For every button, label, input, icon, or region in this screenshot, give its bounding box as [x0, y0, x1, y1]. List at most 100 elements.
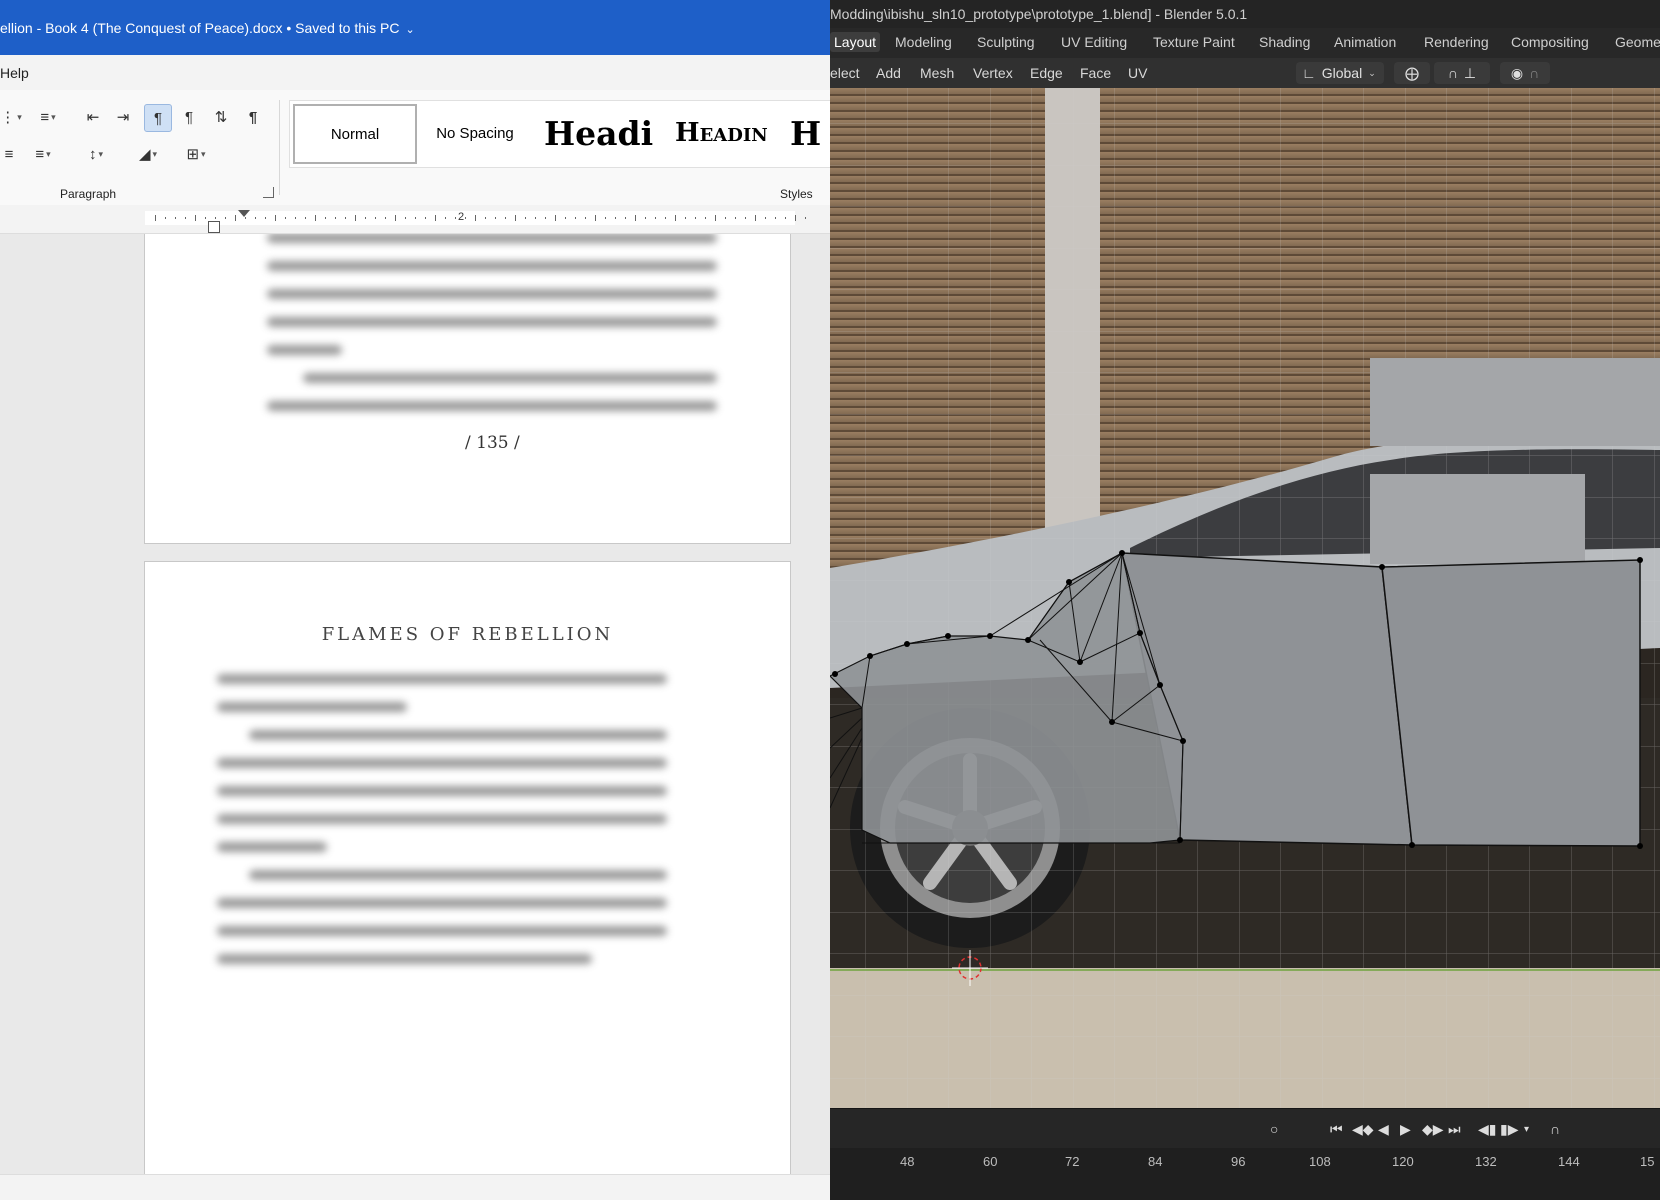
ruler-tick	[575, 217, 576, 219]
tab-rendering[interactable]: Rendering	[1424, 34, 1489, 50]
bullets-icon[interactable]: ⋮ ▾	[0, 104, 22, 130]
menu-mesh[interactable]: Mesh	[920, 65, 954, 81]
ruler-tick	[805, 217, 806, 219]
align-right-icon[interactable]: ≡	[0, 141, 18, 167]
ruler-tick	[565, 217, 566, 219]
snap-toggle[interactable]: ∩ ⊥	[1434, 62, 1490, 84]
play-reverse-icon[interactable]: ◀	[1378, 1121, 1389, 1138]
mesh-plane-window	[1370, 474, 1585, 564]
body-text-line	[217, 898, 667, 908]
ltr-text-direction-icon[interactable]: ¶	[144, 104, 172, 132]
first-line-indent-marker[interactable]	[238, 210, 250, 217]
pivot-point-dropdown[interactable]: ⨁	[1394, 62, 1430, 84]
tab-compositing[interactable]: Compositing	[1511, 34, 1589, 50]
ruler-tick	[225, 217, 226, 219]
tab-layout[interactable]: Layout	[830, 32, 881, 52]
sort-icon[interactable]: ⇅	[208, 104, 234, 130]
ruler-tick	[425, 217, 426, 219]
workspace-tabs: Layout Modeling Sculpting UV Editing Tex…	[830, 28, 1660, 58]
timeline-frame-ruler[interactable]: 48 60 72 84 96 108 120 132 144 15	[830, 1148, 1660, 1200]
jump-to-start-icon[interactable]: ⏮	[1330, 1121, 1343, 1138]
body-text-line	[217, 758, 667, 768]
ruler-tick	[615, 217, 616, 219]
jump-to-end-icon[interactable]: ⏭	[1448, 1121, 1461, 1138]
proportional-editing-toggle[interactable]: ◉ ∩	[1500, 62, 1550, 84]
ruler-tick	[785, 217, 786, 219]
document-canvas[interactable]: / 135 / FLAMES OF REBELLION	[0, 234, 830, 1174]
transform-orientation-dropdown[interactable]: ∟ Global ⌄	[1296, 62, 1384, 84]
style-heading-2[interactable]: Headin	[675, 101, 790, 165]
3d-viewport[interactable]	[830, 88, 1660, 1108]
style-no-spacing[interactable]: No Spacing	[415, 101, 535, 165]
decrease-indent-icon[interactable]: ⇤	[80, 104, 106, 130]
show-formatting-marks-icon[interactable]: ¶	[240, 104, 266, 130]
keyframe-icon[interactable]: ○	[1270, 1121, 1278, 1137]
justify-icon[interactable]: ≡ ▾	[24, 141, 62, 167]
ruler-tick	[605, 217, 606, 219]
ruler-tick	[475, 215, 476, 221]
tab-animation[interactable]: Animation	[1334, 34, 1396, 50]
menu-face[interactable]: Face	[1080, 65, 1111, 81]
ruler-tick	[445, 217, 446, 219]
word-ribbon: ⋮ ▾ ≡ ▾ ⇤ ⇥ ¶ ¶ ⇅ ¶ ≡ ≡ ▾ ↕ ▾ ◢ ▾ ⊞ ▾ Paragrap…	[0, 90, 830, 206]
document-title[interactable]: ellion - Book 4 (The Conquest of Peace).…	[0, 20, 415, 36]
line-spacing-icon[interactable]: ↕ ▾	[78, 141, 114, 167]
ruler-tick	[245, 217, 246, 219]
multilevel-list-icon[interactable]: ≡ ▾	[30, 104, 66, 130]
body-text-line	[217, 814, 667, 824]
proportional-icon: ◉	[1510, 64, 1524, 81]
mesh-face-rear	[1381, 559, 1641, 847]
next-frame-icon[interactable]: ▮▶	[1500, 1121, 1518, 1138]
tab-uv-editing[interactable]: UV Editing	[1061, 34, 1127, 50]
body-text-line	[249, 870, 667, 880]
shading-icon[interactable]: ◢ ▾	[130, 141, 166, 167]
ruler-tick	[755, 215, 756, 221]
ruler-tick	[455, 217, 456, 219]
style-heading-3[interactable]: H	[790, 101, 830, 165]
menu-uv[interactable]: UV	[1128, 65, 1147, 81]
menu-vertex[interactable]: Vertex	[973, 65, 1013, 81]
horizontal-ruler[interactable]: 2	[0, 205, 830, 234]
menu-help[interactable]: Help	[0, 65, 29, 81]
body-text-line	[267, 317, 717, 327]
ruler-tick	[365, 217, 366, 219]
ruler-tick	[635, 215, 636, 221]
magnet-icon: ∩	[1447, 65, 1458, 81]
ruler-tick	[665, 217, 666, 219]
tab-texture-paint[interactable]: Texture Paint	[1153, 34, 1235, 50]
chevron-down-icon[interactable]: ⌄	[405, 23, 414, 36]
falloff-icon: ∩	[1529, 65, 1540, 81]
tab-sculpting[interactable]: Sculpting	[977, 34, 1035, 50]
document-page[interactable]: FLAMES OF REBELLION	[144, 561, 791, 1174]
body-text-line	[217, 674, 667, 684]
ruler-tick	[585, 217, 586, 219]
ruler-tick	[175, 217, 176, 219]
menu-add[interactable]: Add	[876, 65, 901, 81]
blender-title-text: Modding\ibishu_sln10_prototype\prototype…	[830, 6, 1248, 22]
ruler-tick	[715, 215, 716, 221]
play-icon[interactable]: ▶	[1400, 1121, 1411, 1138]
style-heading-1[interactable]: Headi	[544, 101, 674, 165]
paragraph-dialog-launcher-icon[interactable]	[263, 187, 274, 198]
document-page[interactable]: / 135 /	[144, 234, 791, 544]
ruler-tick	[485, 217, 486, 219]
auto-keying-icon[interactable]: ∩	[1550, 1121, 1560, 1137]
rtl-text-direction-icon[interactable]: ¶	[176, 104, 202, 130]
previous-keyframe-icon[interactable]: ◀◆	[1352, 1121, 1374, 1138]
menu-edge[interactable]: Edge	[1030, 65, 1063, 81]
tab-geometry-nodes[interactable]: Geome	[1615, 34, 1660, 50]
next-keyframe-icon[interactable]: ◆▶	[1422, 1121, 1444, 1138]
borders-icon[interactable]: ⊞ ▾	[178, 141, 214, 167]
tab-modeling[interactable]: Modeling	[895, 34, 952, 50]
increase-indent-icon[interactable]: ⇥	[110, 104, 136, 130]
ruler-tick	[505, 217, 506, 219]
tab-shading[interactable]: Shading	[1259, 34, 1310, 50]
frame-label: 48	[900, 1154, 915, 1169]
previous-frame-icon[interactable]: ◀▮	[1478, 1121, 1496, 1138]
pivot-icon: ⨁	[1405, 64, 1419, 81]
chevron-down-icon[interactable]: ▾	[1524, 1124, 1529, 1135]
left-indent-marker[interactable]	[208, 221, 220, 233]
menu-select[interactable]: elect	[830, 65, 860, 81]
ruler-number: 2	[458, 211, 465, 223]
style-normal[interactable]: Normal	[293, 104, 417, 164]
